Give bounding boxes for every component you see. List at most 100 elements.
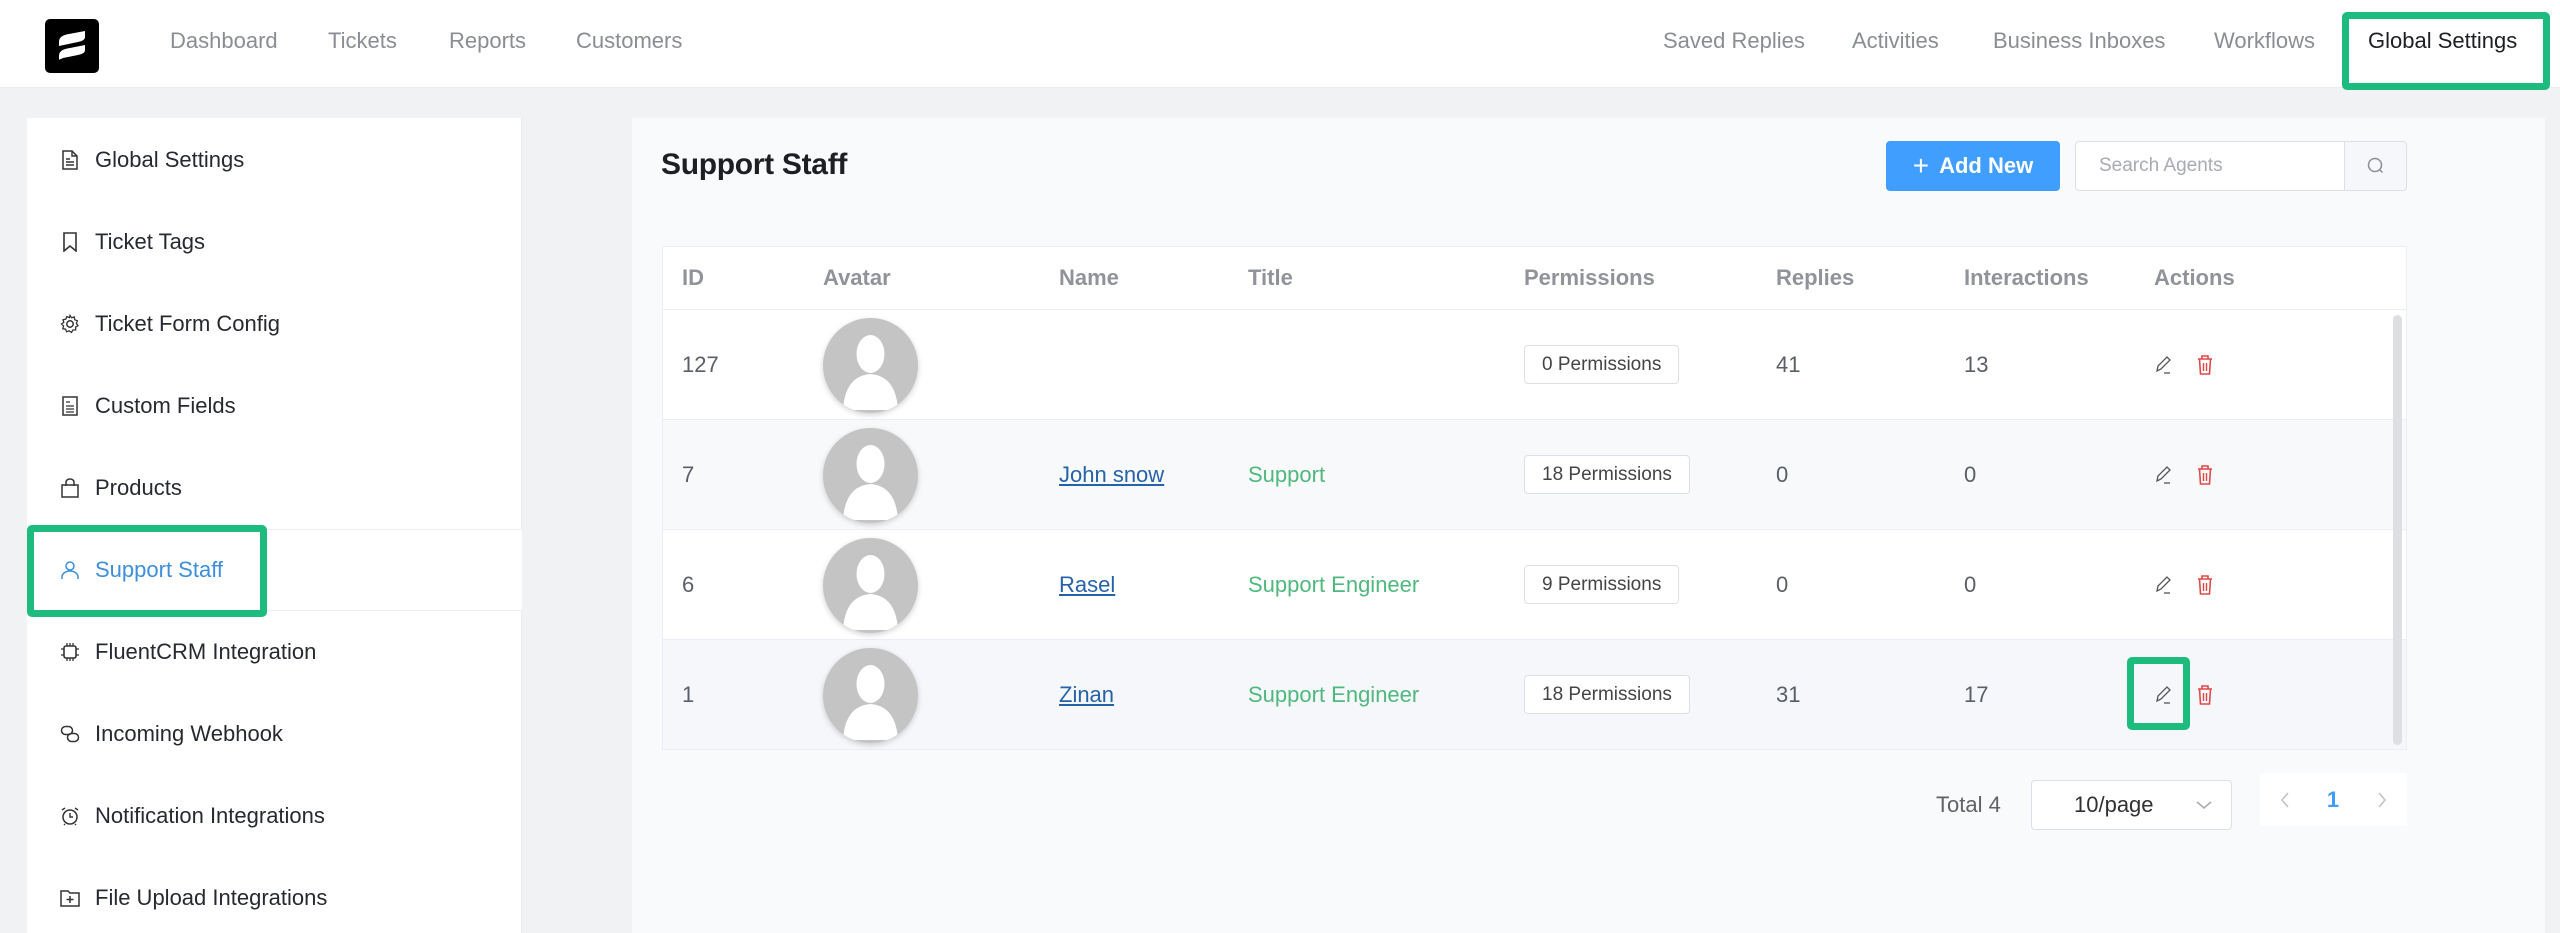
permissions-badge[interactable]: 18 Permissions [1524, 675, 1690, 714]
staff-title: Support Engineer [1248, 682, 1420, 707]
cell-replies: 41 [1776, 352, 1801, 377]
table-row: 127 0 Permissions 41 13 [663, 310, 2406, 420]
sidebar-item-notification-integrations[interactable]: Notification Integrations [27, 775, 522, 857]
top-navbar: Dashboard Tickets Reports Customers Save… [0, 0, 2560, 88]
nav-saved-replies[interactable]: Saved Replies [1663, 27, 1805, 55]
table-row: 6 Rasel Support Engineer 9 Permissions 0… [663, 530, 2406, 640]
app-logo[interactable] [45, 19, 99, 73]
staff-name-link[interactable]: Rasel [1059, 572, 1115, 598]
cell-id: 127 [682, 352, 719, 377]
sidebar-item-ticket-form-config[interactable]: Ticket Form Config [27, 283, 522, 365]
cell-interactions: 0 [1964, 462, 1977, 487]
nav-workflows[interactable]: Workflows [2214, 27, 2315, 55]
sidebar-item-file-upload-integrations[interactable]: File Upload Integrations [27, 857, 522, 933]
main-panel: Support Staff + Add New ID Avatar Name T… [632, 118, 2545, 933]
sidebar-item-products[interactable]: Products [27, 447, 522, 529]
add-new-button[interactable]: + Add New [1886, 141, 2060, 191]
form-icon [59, 395, 81, 417]
page-number-1[interactable]: 1 [2315, 773, 2351, 826]
sidebar-item-label: Notification Integrations [95, 803, 325, 828]
table-row: 1 Zinan Support Engineer 18 Permissions … [663, 640, 2406, 750]
user-icon [59, 559, 81, 581]
sidebar-item-fluentcrm-integration[interactable]: FluentCRM Integration [27, 611, 522, 693]
alarm-clock-icon [59, 805, 81, 827]
cell-replies: 0 [1776, 462, 1789, 487]
chevron-right-icon [2378, 791, 2387, 808]
column-header-id[interactable]: ID [682, 265, 704, 291]
page-size-select[interactable]: 10/page [2031, 780, 2232, 830]
nav-tickets[interactable]: Tickets [328, 27, 397, 55]
delete-button[interactable] [2193, 352, 2217, 378]
sidebar-item-label: Products [95, 475, 182, 500]
sidebar-item-label: File Upload Integrations [95, 885, 328, 910]
cell-id: 7 [682, 462, 695, 487]
cell-interactions: 17 [1964, 682, 1989, 707]
column-header-avatar: Avatar [823, 265, 891, 290]
prev-page-button[interactable] [2270, 773, 2300, 826]
nav-reports[interactable]: Reports [449, 27, 526, 55]
column-header-interactions: Interactions [1964, 265, 2089, 290]
nav-activities[interactable]: Activities [1852, 27, 1939, 55]
edit-button[interactable] [2151, 462, 2175, 488]
document-icon [59, 149, 81, 171]
search-input[interactable] [2076, 142, 2344, 190]
delete-button[interactable] [2193, 682, 2217, 708]
avatar[interactable] [823, 318, 918, 413]
gear-icon [59, 313, 81, 335]
nav-customers[interactable]: Customers [576, 27, 682, 55]
plus-icon: + [1912, 150, 1930, 181]
chip-icon [59, 641, 81, 663]
sidebar-item-label: Incoming Webhook [95, 721, 283, 746]
sidebar-item-label: Global Settings [95, 147, 245, 172]
default-avatar-icon [843, 445, 898, 520]
staff-name-link[interactable]: John snow [1059, 462, 1164, 488]
support-staff-table: ID Avatar Name Title Permissions Replies… [662, 246, 2407, 750]
permissions-badge[interactable]: 9 Permissions [1524, 565, 1680, 604]
column-header-title: Title [1248, 265, 1293, 290]
sidebar-item-global-settings[interactable]: Global Settings [27, 119, 522, 201]
avatar[interactable] [823, 538, 918, 633]
cell-interactions: 13 [1964, 352, 1989, 377]
staff-title: Support [1248, 462, 1326, 487]
sidebar-item-incoming-webhook[interactable]: Incoming Webhook [27, 693, 522, 775]
delete-button[interactable] [2193, 462, 2217, 488]
permissions-badge[interactable]: 0 Permissions [1524, 345, 1680, 384]
folder-add-icon [59, 887, 81, 909]
staff-name-link[interactable]: Zinan [1059, 682, 1114, 708]
permissions-badge[interactable]: 18 Permissions [1524, 455, 1690, 494]
sidebar-item-support-staff[interactable]: Support Staff [27, 529, 522, 611]
pencil-icon [2156, 466, 2171, 484]
avatar[interactable] [823, 428, 918, 523]
avatar[interactable] [823, 648, 918, 743]
sidebar-item-label: Ticket Form Config [95, 311, 281, 336]
delete-button[interactable] [2193, 572, 2217, 598]
sidebar-item-ticket-tags[interactable]: Ticket Tags [27, 201, 522, 283]
add-new-label: Add New [1939, 153, 2034, 178]
edit-button[interactable] [2151, 352, 2175, 378]
default-avatar-icon [843, 555, 898, 630]
chevron-down-icon [2196, 801, 2212, 810]
default-avatar-icon [843, 335, 898, 410]
edit-button[interactable] [2151, 682, 2175, 708]
table-header: ID Avatar Name Title Permissions Replies… [663, 247, 2406, 310]
page-title: Support Staff [661, 148, 848, 181]
trash-icon [2198, 575, 2212, 595]
link-icon [59, 723, 81, 745]
sidebar-item-custom-fields[interactable]: Custom Fields [27, 365, 522, 447]
nav-dashboard[interactable]: Dashboard [170, 27, 278, 55]
nav-global-settings[interactable]: Global Settings [2368, 27, 2517, 55]
pencil-icon [2156, 686, 2171, 704]
settings-sidebar: Global Settings Ticket Tags Ticket Form … [27, 118, 522, 933]
edit-button[interactable] [2151, 572, 2175, 598]
table-scrollbar[interactable] [2393, 315, 2402, 745]
cell-id: 6 [682, 572, 695, 597]
trash-icon [2198, 685, 2212, 705]
trash-icon [2198, 355, 2212, 375]
cell-id: 1 [682, 682, 695, 707]
column-header-actions: Actions [2154, 265, 2235, 290]
default-avatar-icon [843, 665, 898, 740]
search-button[interactable] [2344, 142, 2406, 190]
nav-business-inboxes[interactable]: Business Inboxes [1993, 27, 2165, 55]
column-header-permissions: Permissions [1524, 265, 1655, 290]
next-page-button[interactable] [2367, 773, 2397, 826]
